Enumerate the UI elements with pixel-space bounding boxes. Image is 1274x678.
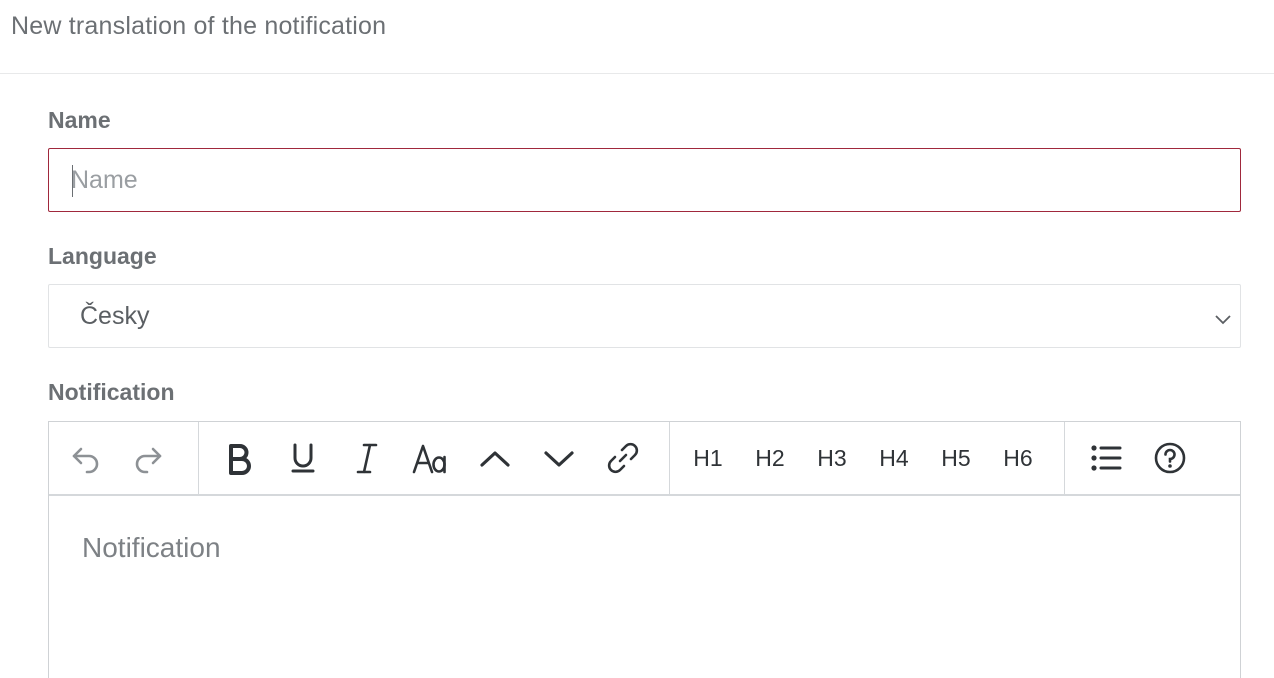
bold-button[interactable] bbox=[207, 422, 271, 494]
help-button[interactable] bbox=[1138, 422, 1202, 494]
link-icon bbox=[607, 442, 639, 474]
text-caret bbox=[72, 165, 73, 197]
undo-icon bbox=[72, 447, 99, 474]
name-field[interactable] bbox=[48, 148, 1241, 212]
format-group bbox=[199, 422, 670, 494]
subscript-button[interactable] bbox=[527, 422, 591, 494]
italic-button[interactable] bbox=[335, 422, 399, 494]
name-label: Name bbox=[48, 107, 111, 133]
redo-button[interactable] bbox=[117, 422, 179, 494]
misc-group bbox=[1065, 422, 1202, 494]
font-size-button[interactable] bbox=[399, 422, 463, 494]
editor-content-area[interactable]: Notification bbox=[49, 496, 1240, 564]
italic-icon bbox=[356, 443, 378, 474]
language-label: Language bbox=[48, 243, 157, 269]
heading-6-button[interactable]: H6 bbox=[987, 422, 1049, 494]
underline-button[interactable] bbox=[271, 422, 335, 494]
heading-4-button[interactable]: H4 bbox=[863, 422, 925, 494]
rich-text-editor: H1 H2 H3 H4 H5 H6 Notification bbox=[48, 421, 1241, 678]
heading-5-button[interactable]: H5 bbox=[925, 422, 987, 494]
name-input[interactable] bbox=[49, 149, 1240, 211]
chevron-down-icon bbox=[544, 451, 574, 467]
bullet-list-icon bbox=[1091, 445, 1122, 471]
redo-icon bbox=[135, 447, 162, 474]
link-button[interactable] bbox=[591, 422, 655, 494]
page-title: New translation of the notification bbox=[11, 12, 387, 40]
heading-3-button[interactable]: H3 bbox=[801, 422, 863, 494]
page: New translation of the notification Name… bbox=[0, 0, 1274, 678]
language-selected-value: Česky bbox=[80, 301, 150, 330]
editor-placeholder: Notification bbox=[82, 532, 221, 563]
editor-toolbar: H1 H2 H3 H4 H5 H6 bbox=[49, 422, 1240, 496]
underline-icon bbox=[291, 443, 315, 473]
chevron-up-icon bbox=[480, 451, 510, 467]
font-size-icon bbox=[412, 444, 446, 474]
modal-header: New translation of the notification bbox=[0, 0, 1274, 74]
chevron-down-icon bbox=[1213, 307, 1233, 327]
superscript-button[interactable] bbox=[463, 422, 527, 494]
bold-icon bbox=[229, 444, 251, 475]
help-icon bbox=[1154, 442, 1186, 474]
bullet-list-button[interactable] bbox=[1074, 422, 1138, 494]
heading-2-button[interactable]: H2 bbox=[739, 422, 801, 494]
heading-1-button[interactable]: H1 bbox=[677, 422, 739, 494]
history-group bbox=[49, 422, 199, 494]
undo-button[interactable] bbox=[55, 422, 117, 494]
language-select[interactable]: Česky bbox=[48, 284, 1241, 348]
notification-label: Notification bbox=[48, 379, 175, 405]
headings-group: H1 H2 H3 H4 H5 H6 bbox=[670, 422, 1065, 494]
